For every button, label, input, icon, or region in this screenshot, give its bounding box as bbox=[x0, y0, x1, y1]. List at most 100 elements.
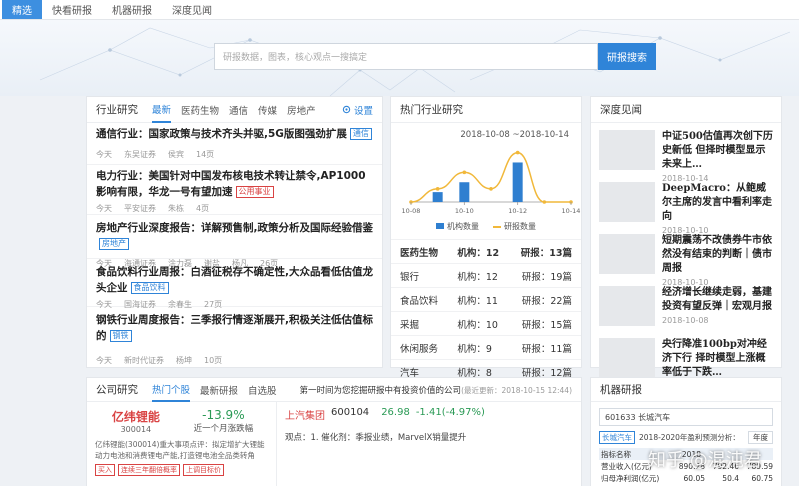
tab-latest[interactable]: 最新 bbox=[152, 97, 172, 123]
report-item[interactable]: 食品饮料行业周报：白酒征税存不确定性,大众品看低估值龙头企业 食品饮料 今天 国海证… bbox=[87, 259, 382, 309]
settings-button[interactable]: 设置 bbox=[342, 103, 373, 117]
date-range: 2018-10-08 ~2018-10-14 bbox=[460, 130, 569, 140]
legend-swatch-line bbox=[493, 225, 501, 228]
chart-bar bbox=[432, 192, 443, 202]
report-meta: 今天 平安证券 朱栋 4页 bbox=[96, 204, 210, 213]
article-title[interactable]: DeepMacro：从鲍威尔主席的发言中看利率走向 bbox=[662, 182, 773, 224]
machine-card-header: 机器研报 bbox=[591, 378, 781, 402]
article-item[interactable]: 央行降准100bp对冲经济下行 择时模型上涨概率低于下跌…2018-10-07 bbox=[591, 331, 781, 391]
deep-insights-card: 深度见闻 中证500估值再次创下历史新低 但择时模型显示未来上… 2018-10-… bbox=[590, 96, 782, 391]
nav-item-featured[interactable]: 精选 bbox=[2, 0, 42, 19]
legend-item-orgs: 机构数量 bbox=[436, 221, 479, 232]
nav-item-deep-insights[interactable]: 深度见闻 bbox=[162, 0, 222, 19]
stock-name[interactable]: 亿纬锂能 bbox=[112, 408, 160, 425]
industry-card-header: 行业研究 最新 医药生物 通信 传媒 房地产 设置 bbox=[87, 97, 382, 123]
machine-card-title: 机器研报 bbox=[600, 384, 642, 396]
forecast-label: 2018-2020年盈利预测分析： bbox=[639, 433, 740, 442]
report-tag[interactable]: 房地产 bbox=[99, 238, 129, 250]
article-thumbnail[interactable] bbox=[599, 338, 655, 378]
industry-row[interactable]: 采掘 机构：10 研报：15篇 bbox=[391, 311, 581, 335]
chart-point bbox=[462, 170, 467, 175]
search-button[interactable]: 研报搜索 bbox=[598, 43, 656, 70]
tab-media[interactable]: 传媒 bbox=[258, 97, 277, 123]
stock-description[interactable]: 亿纬锂能(300014)重大事项点评：拟定增扩大锂能动力电池和消费锂电产能,打造… bbox=[95, 439, 270, 461]
article-item[interactable]: 经济增长继续走弱，基建投资有望反弹｜宏观月报 2018-10-08 bbox=[591, 279, 781, 331]
hot-card-header: 热门行业研究 bbox=[391, 97, 581, 123]
industry-row[interactable]: 银行 机构：12 研报：19篇 bbox=[391, 263, 581, 287]
tab-watchlist[interactable]: 自选股 bbox=[248, 378, 277, 402]
tag-buy[interactable]: 买入 bbox=[95, 464, 115, 476]
tag-raise-target[interactable]: 上调目标价 bbox=[183, 464, 224, 476]
report-tag[interactable]: 钢铁 bbox=[109, 330, 132, 342]
stock-search-input[interactable]: 601633 长城汽车 bbox=[599, 408, 773, 426]
report-item[interactable]: 房地产行业深度报告：详解预售制,政策分析及国际经验借鉴房地产 今天 海通证券 涂力磊… bbox=[87, 215, 382, 268]
search-input[interactable]: 研报数据，图表，核心观点一搜搞定 bbox=[214, 43, 598, 70]
tab-latest-reports[interactable]: 最新研报 bbox=[200, 378, 238, 402]
hot-industry-card: 热门行业研究 2018-10-08 ~2018-10-14 10-08 10-10… bbox=[390, 96, 582, 379]
report-title[interactable]: 通信行业：国家政策与技术齐头并驱,5G版图强劲扩展 通信 bbox=[96, 126, 373, 142]
report-item[interactable]: 钢铁行业周度报告：三季报行情逐渐展开,积极关注低估值标的 钢铁 今天 新时代证券 杨坤… bbox=[87, 307, 382, 365]
second-stock-name[interactable]: 上汽集团 bbox=[285, 407, 325, 422]
article-thumbnail[interactable] bbox=[599, 182, 655, 222]
company-tabs: 热门个股 最新研报 自选股 bbox=[152, 378, 287, 402]
watermark: 知乎 @混沌君 bbox=[648, 450, 762, 471]
article-title[interactable]: 经济增长继续走弱，基建投资有望反弹｜宏观月报 bbox=[662, 286, 773, 314]
article-item[interactable]: 中证500估值再次创下历史新低 但择时模型显示未来上… 2018-10-14 bbox=[591, 123, 781, 183]
company-notice: 第一时间为您挖掘研报中有投资价值的公司(最近更新：2018-10-15 12:4… bbox=[299, 385, 572, 396]
report-title[interactable]: 电力行业：美国针对中国发布核电技术转让禁令,AP1000影响有限，华龙一号有望加… bbox=[96, 168, 373, 200]
stock-tag[interactable]: 长城汽车 bbox=[599, 431, 635, 444]
legend-swatch-bar bbox=[436, 223, 444, 229]
company-card-header: 公司研究 热门个股 最新研报 自选股 第一时间为您挖掘研报中有投资价值的公司(最… bbox=[87, 378, 581, 402]
article-item[interactable]: 短期震荡不改债券牛市依然没有结束的判断｜债市周报 2018-10-10 bbox=[591, 227, 781, 287]
x-tick-label: 10-12 bbox=[508, 207, 527, 215]
industry-row[interactable]: 食品饮料 机构：11 研报：22篇 bbox=[391, 287, 581, 311]
stock-card[interactable]: 亿纬锂能 300014 -13.9% 近一个月涨跌幅 亿纬锂能(300014)重大事… bbox=[87, 402, 277, 486]
chart-bar bbox=[459, 182, 470, 202]
tab-pharma[interactable]: 医药生物 bbox=[181, 97, 219, 123]
nav-item-machine-reports[interactable]: 机器研报 bbox=[102, 0, 162, 19]
period-select[interactable]: 年度 bbox=[748, 431, 773, 444]
industry-row[interactable]: 医药生物 机构：12 研报：13篇 bbox=[391, 239, 581, 263]
chart-point bbox=[542, 200, 547, 204]
tab-realestate[interactable]: 房地产 bbox=[287, 97, 316, 123]
search-hero: 研报数据，图表，核心观点一搜搞定 研报搜索 bbox=[0, 20, 799, 96]
nav-item-quick-reports[interactable]: 快看研报 bbox=[42, 0, 102, 19]
article-thumbnail[interactable] bbox=[599, 234, 655, 274]
stock-change-label: 近一个月涨跌幅 bbox=[193, 424, 254, 434]
table-row: 归母净利润(亿元) 60.05 50.4 60.75 bbox=[601, 473, 773, 483]
report-tag[interactable]: 食品饮料 bbox=[130, 282, 169, 294]
article-title[interactable]: 短期震荡不改债券牛市依然没有结束的判断｜债市周报 bbox=[662, 234, 773, 276]
company-card-title: 公司研究 bbox=[96, 384, 138, 396]
legend-item-reports: 研报数量 bbox=[493, 221, 536, 232]
report-title[interactable]: 钢铁行业周度报告：三季报行情逐渐展开,积极关注低估值标的 钢铁 bbox=[96, 312, 373, 344]
article-title[interactable]: 中证500估值再次创下历史新低 但择时模型显示未来上… bbox=[662, 130, 773, 172]
report-item[interactable]: 电力行业：美国针对中国发布核电技术转让禁令,AP1000影响有限，华龙一号有望加… bbox=[87, 165, 382, 215]
report-meta: 今天 新时代证券 杨坤 10页 bbox=[96, 356, 223, 365]
gear-icon bbox=[342, 105, 351, 114]
chart-legend: 机构数量 研报数量 bbox=[391, 221, 581, 232]
second-stock-panel[interactable]: 上汽集团 600104 26.98 -1.41(-4.97%) 观点：1. 催化… bbox=[277, 402, 493, 486]
second-stock-code: 600104 bbox=[331, 407, 370, 418]
report-tag[interactable]: 公用事业 bbox=[235, 186, 274, 198]
settings-label: 设置 bbox=[353, 105, 373, 117]
report-title[interactable]: 食品饮料行业周报：白酒征税存不确定性,大众品看低估值龙头企业 食品饮料 bbox=[96, 264, 373, 296]
article-thumbnail[interactable] bbox=[599, 286, 655, 326]
report-tag[interactable]: 通信 bbox=[349, 128, 372, 140]
second-stock-view: 观点：1. 催化剂：季报业绩，MarvelX销量提升 bbox=[285, 433, 467, 443]
article-title[interactable]: 央行降准100bp对冲经济下行 择时模型上涨概率低于下跌… bbox=[662, 338, 773, 380]
article-item[interactable]: DeepMacro：从鲍威尔主席的发言中看利率走向 2018-10-10 bbox=[591, 175, 781, 235]
hot-industry-chart: 10-08 10-10 10-12 10-14 bbox=[402, 150, 580, 215]
chart-point bbox=[435, 187, 440, 191]
tab-hot-stocks[interactable]: 热门个股 bbox=[152, 378, 191, 402]
report-title[interactable]: 房地产行业深度报告：详解预售制,政策分析及国际经验借鉴房地产 bbox=[96, 220, 373, 252]
second-stock-price: 26.98 bbox=[381, 407, 410, 418]
industry-tabs: 最新 医药生物 通信 传媒 房地产 bbox=[152, 97, 326, 123]
article-thumbnail[interactable] bbox=[599, 130, 655, 170]
industry-row[interactable]: 休闲服务 机构：9 研报：11篇 bbox=[391, 335, 581, 359]
report-item[interactable]: 通信行业：国家政策与技术齐头并驱,5G版图强劲扩展 通信 今天 东吴证券 侯宾 14页 bbox=[87, 123, 382, 165]
tag-double-probability[interactable]: 连续三年翻倍概率 bbox=[118, 464, 180, 476]
stock-tags: 买入 连续三年翻倍概率 上调目标价 bbox=[95, 464, 270, 476]
tab-telecom[interactable]: 通信 bbox=[229, 97, 248, 123]
deep-card-header: 深度见闻 bbox=[591, 97, 781, 123]
chart-point bbox=[489, 187, 493, 191]
